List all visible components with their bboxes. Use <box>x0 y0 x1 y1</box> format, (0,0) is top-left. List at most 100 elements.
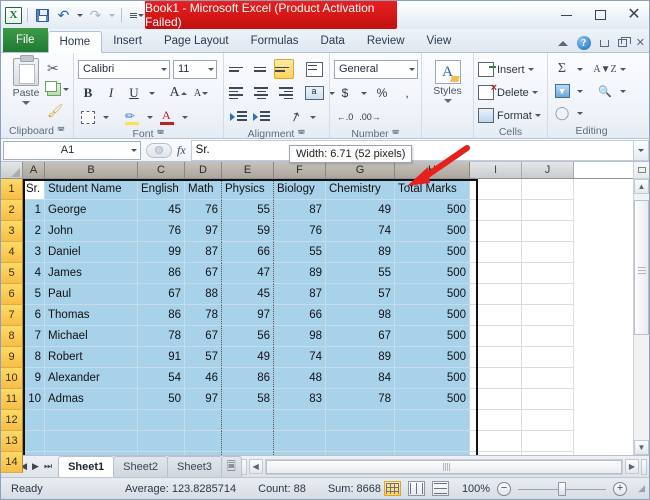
data-cell[interactable]: Robert <box>45 347 138 368</box>
data-cell[interactable] <box>326 452 395 455</box>
row-header-12[interactable]: 12 <box>1 410 23 431</box>
data-cell[interactable]: 76 <box>274 221 326 242</box>
data-cell[interactable]: Daniel <box>45 242 138 263</box>
data-cell[interactable]: 97 <box>185 389 222 410</box>
zoom-knob[interactable] <box>557 481 566 496</box>
table-row[interactable] <box>23 452 633 455</box>
tab-insert[interactable]: Insert <box>102 30 153 52</box>
merge-center-button[interactable] <box>304 83 324 103</box>
data-cell[interactable]: James <box>45 263 138 284</box>
clear-button[interactable]: ◯ <box>552 103 572 123</box>
undo-dropdown[interactable] <box>75 6 84 25</box>
column-header-i[interactable]: I <box>470 162 522 178</box>
zoom-in-button[interactable]: + <box>613 481 628 496</box>
data-cell[interactable]: 1 <box>23 200 45 221</box>
hscroll-thumb[interactable] <box>265 459 622 474</box>
hscroll-end-handle[interactable] <box>641 458 647 475</box>
data-cell[interactable]: 500 <box>395 368 470 389</box>
tab-home[interactable]: Home <box>47 31 103 53</box>
data-cell[interactable] <box>522 347 574 368</box>
data-cell[interactable] <box>522 368 574 389</box>
grow-font-button[interactable]: A <box>168 83 188 103</box>
data-cell[interactable] <box>45 410 138 431</box>
data-cell[interactable]: 86 <box>138 305 185 326</box>
table-row[interactable]: 10 Admas 50 97 58 83 78 500 <box>23 389 633 410</box>
row-header-2[interactable]: 2 <box>1 200 23 221</box>
data-cell[interactable] <box>23 452 45 455</box>
column-header-b[interactable]: B <box>45 162 138 178</box>
data-cell[interactable] <box>470 242 522 263</box>
data-cell[interactable]: 500 <box>395 347 470 368</box>
data-cell[interactable]: 500 <box>395 242 470 263</box>
table-row[interactable]: 4 James 86 67 47 89 55 500 <box>23 263 633 284</box>
header-cell[interactable]: English <box>138 179 185 200</box>
data-cell[interactable]: 78 <box>185 305 222 326</box>
table-row[interactable]: Sr. Student Name English Math Physics Biology… <box>23 179 633 200</box>
data-cell[interactable] <box>470 305 522 326</box>
data-cell[interactable]: 74 <box>274 347 326 368</box>
data-cell[interactable]: 74 <box>326 221 395 242</box>
percent-format-button[interactable]: % <box>371 83 393 103</box>
data-cell[interactable] <box>395 431 470 452</box>
data-cell[interactable] <box>23 410 45 431</box>
increase-decimal-button[interactable]: ←.0 <box>334 107 356 127</box>
bold-button[interactable]: B <box>78 83 98 103</box>
excel-app-icon[interactable]: X <box>5 6 22 24</box>
dialog-launcher-icon[interactable]: ◚ <box>57 127 65 135</box>
expand-formula-bar-button[interactable] <box>633 139 649 161</box>
delete-cells-button[interactable]: Delete <box>478 82 538 103</box>
data-cell[interactable] <box>522 284 574 305</box>
close-button[interactable]: ✕ <box>623 5 645 25</box>
autosum-dropdown[interactable] <box>575 59 584 79</box>
header-cell[interactable] <box>522 179 574 200</box>
data-cell[interactable] <box>470 263 522 284</box>
data-cell[interactable] <box>138 452 185 455</box>
align-left-button[interactable] <box>228 83 248 103</box>
table-row[interactable]: 2 John 76 97 59 76 74 500 <box>23 221 633 242</box>
sheet-tab-sheet2[interactable]: Sheet2 <box>113 456 169 477</box>
data-cell[interactable]: 57 <box>185 347 222 368</box>
data-cell[interactable]: Michael <box>45 326 138 347</box>
data-cell[interactable]: 55 <box>274 242 326 263</box>
data-cell[interactable] <box>326 431 395 452</box>
data-cell[interactable]: 57 <box>326 284 395 305</box>
minimize-ribbon-icon[interactable] <box>557 40 568 46</box>
data-cell[interactable] <box>395 452 470 455</box>
data-cell[interactable]: 2 <box>23 221 45 242</box>
row-header-4[interactable]: 4 <box>1 242 23 263</box>
table-row[interactable]: 6 Thomas 86 78 97 66 98 500 <box>23 305 633 326</box>
data-cell[interactable]: 50 <box>138 389 185 410</box>
redo-dropdown[interactable] <box>107 6 116 25</box>
column-header-e[interactable]: E <box>222 162 274 178</box>
zoom-slider[interactable] <box>518 481 607 496</box>
dialog-launcher-icon[interactable]: ◚ <box>392 130 400 138</box>
vscroll-thumb[interactable] <box>634 200 649 335</box>
shrink-font-button[interactable]: A <box>191 83 211 103</box>
row-header-11[interactable]: 11 <box>1 389 23 410</box>
data-cell[interactable]: 98 <box>274 326 326 347</box>
data-cell[interactable] <box>185 452 222 455</box>
borders-button[interactable] <box>78 107 98 127</box>
tab-formulas[interactable]: Formulas <box>240 30 310 52</box>
split-box-button[interactable] <box>634 162 649 179</box>
data-cell[interactable] <box>23 431 45 452</box>
row-header-8[interactable]: 8 <box>1 326 23 347</box>
data-cell[interactable]: 91 <box>138 347 185 368</box>
select-all-button[interactable] <box>1 162 23 179</box>
data-cell[interactable]: 58 <box>222 389 274 410</box>
header-cell[interactable]: Student Name <box>45 179 138 200</box>
data-cell[interactable] <box>522 242 574 263</box>
data-cell[interactable]: 500 <box>395 221 470 242</box>
data-cell[interactable]: 78 <box>138 326 185 347</box>
styles-button[interactable]: A Styles <box>426 56 469 103</box>
tab-page-layout[interactable]: Page Layout <box>153 30 240 52</box>
sort-filter-dropdown[interactable] <box>618 59 627 79</box>
data-cell[interactable]: 500 <box>395 200 470 221</box>
name-box[interactable]: A1 <box>3 140 141 160</box>
insert-function-icon[interactable]: fx <box>177 143 186 158</box>
data-cell[interactable]: 56 <box>222 326 274 347</box>
find-select-button[interactable]: 🔍 <box>595 81 615 101</box>
save-button[interactable] <box>33 6 52 25</box>
data-cell[interactable]: 49 <box>222 347 274 368</box>
data-cell[interactable] <box>470 221 522 242</box>
